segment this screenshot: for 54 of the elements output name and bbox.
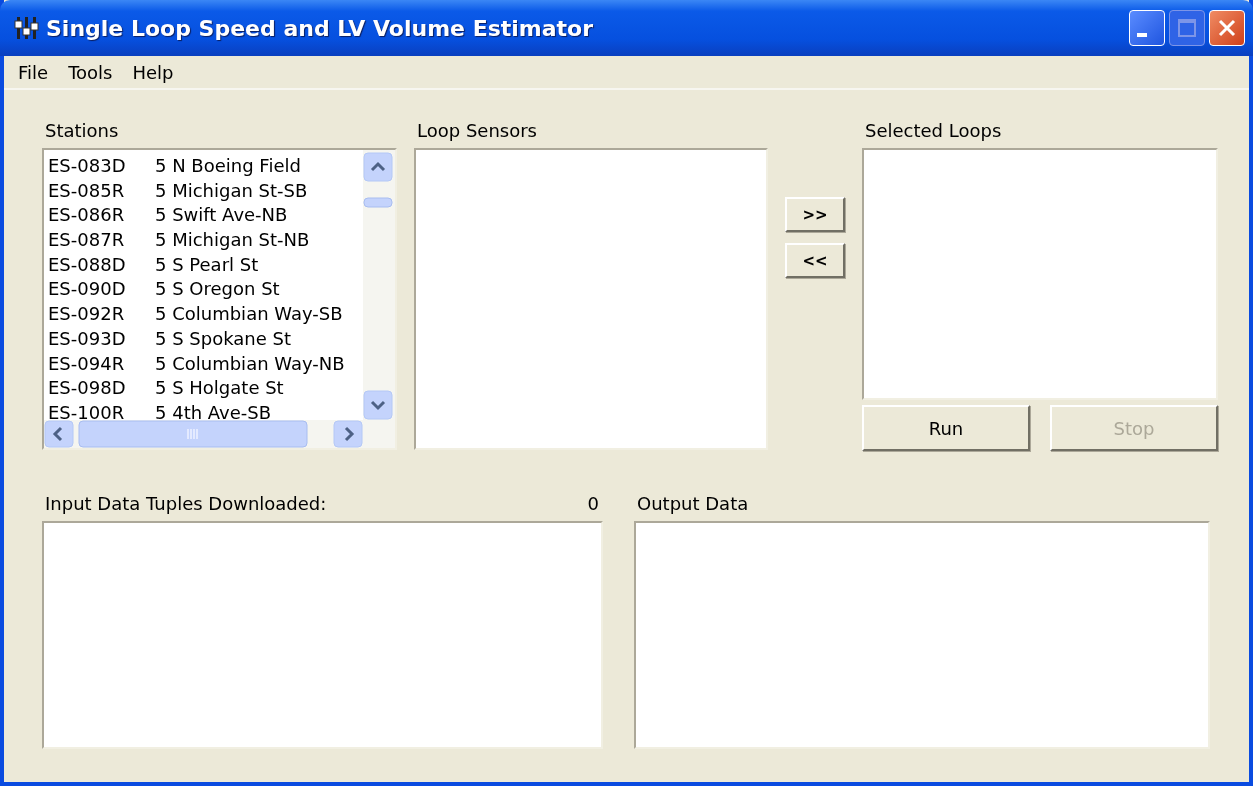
- station-code[interactable]: ES-085R: [48, 178, 155, 204]
- input-data-area[interactable]: [42, 521, 603, 749]
- scroll-thumb-icon[interactable]: [363, 197, 393, 209]
- station-name[interactable]: 5 N Boeing Field: [155, 154, 301, 179]
- station-code[interactable]: ES-100R: [48, 400, 155, 420]
- station-name[interactable]: 5 Michigan St-SB: [155, 178, 308, 204]
- input-data-label: Input Data Tuples Downloaded:: [44, 493, 327, 515]
- station-name[interactable]: 5 Michigan St-NB: [155, 228, 310, 253]
- output-data-area[interactable]: [634, 521, 1210, 749]
- station-code[interactable]: ES-083D: [48, 154, 155, 179]
- station-name[interactable]: 5 4th Ave-SB: [155, 400, 272, 420]
- station-code[interactable]: ES-093D: [48, 326, 155, 352]
- scroll-up-icon[interactable]: [363, 152, 393, 182]
- scroll-right-icon[interactable]: [333, 420, 363, 448]
- stations-list[interactable]: [42, 148, 397, 450]
- menu-item[interactable]: File: [8, 61, 59, 83]
- stations-label: Stations: [44, 120, 120, 142]
- transfer-button[interactable]: <<: [785, 243, 845, 278]
- window-title: Single Loop Speed and LV Volume Estimator: [46, 15, 594, 41]
- run-button[interactable]: Run: [862, 405, 1030, 451]
- maximize-icon: [1177, 18, 1197, 38]
- close-button[interactable]: [1209, 10, 1245, 46]
- station-name[interactable]: 5 Swift Ave-NB: [155, 203, 288, 229]
- station-code[interactable]: ES-090D: [48, 277, 155, 303]
- vertical-scrollbar[interactable]: [363, 150, 395, 420]
- output-data-label: Output Data: [636, 493, 750, 515]
- horizontal-scrollbar[interactable]: [44, 420, 395, 448]
- station-name[interactable]: 5 S Pearl St: [155, 252, 259, 278]
- sliders-icon: [14, 15, 40, 41]
- transfer-button[interactable]: >>: [785, 197, 845, 232]
- menu-item[interactable]: Tools: [58, 61, 123, 83]
- station-name[interactable]: 5 S Spokane St: [155, 326, 291, 352]
- station-code[interactable]: ES-094R: [48, 351, 155, 377]
- selected-loops-list[interactable]: [862, 148, 1218, 400]
- station-code[interactable]: ES-087R: [48, 228, 155, 253]
- close-icon: [1218, 19, 1236, 37]
- tuple-count: 0: [586, 493, 599, 515]
- loop-sensors-label: Loop Sensors: [416, 120, 538, 142]
- minimize-button[interactable]: [1129, 10, 1165, 46]
- scroll-thumb-icon[interactable]: [78, 420, 308, 448]
- scroll-left-icon[interactable]: [44, 420, 74, 448]
- station-name[interactable]: 5 S Holgate St: [155, 376, 284, 401]
- menu-item[interactable]: Help: [122, 61, 184, 83]
- station-code[interactable]: ES-088D: [48, 252, 155, 278]
- station-name[interactable]: 5 Columbian Way-SB: [155, 302, 343, 327]
- scroll-down-icon[interactable]: [363, 390, 393, 420]
- station-code[interactable]: ES-092R: [48, 302, 155, 327]
- station-name[interactable]: 5 Columbian Way-NB: [155, 351, 345, 377]
- station-code[interactable]: ES-098D: [48, 376, 155, 401]
- station-code[interactable]: ES-086R: [48, 203, 155, 229]
- minimize-icon: [1137, 33, 1147, 37]
- selected-loops-label: Selected Loops: [864, 120, 1003, 142]
- loop-sensors-list[interactable]: [414, 148, 768, 450]
- station-name[interactable]: 5 S Oregon St: [155, 277, 280, 303]
